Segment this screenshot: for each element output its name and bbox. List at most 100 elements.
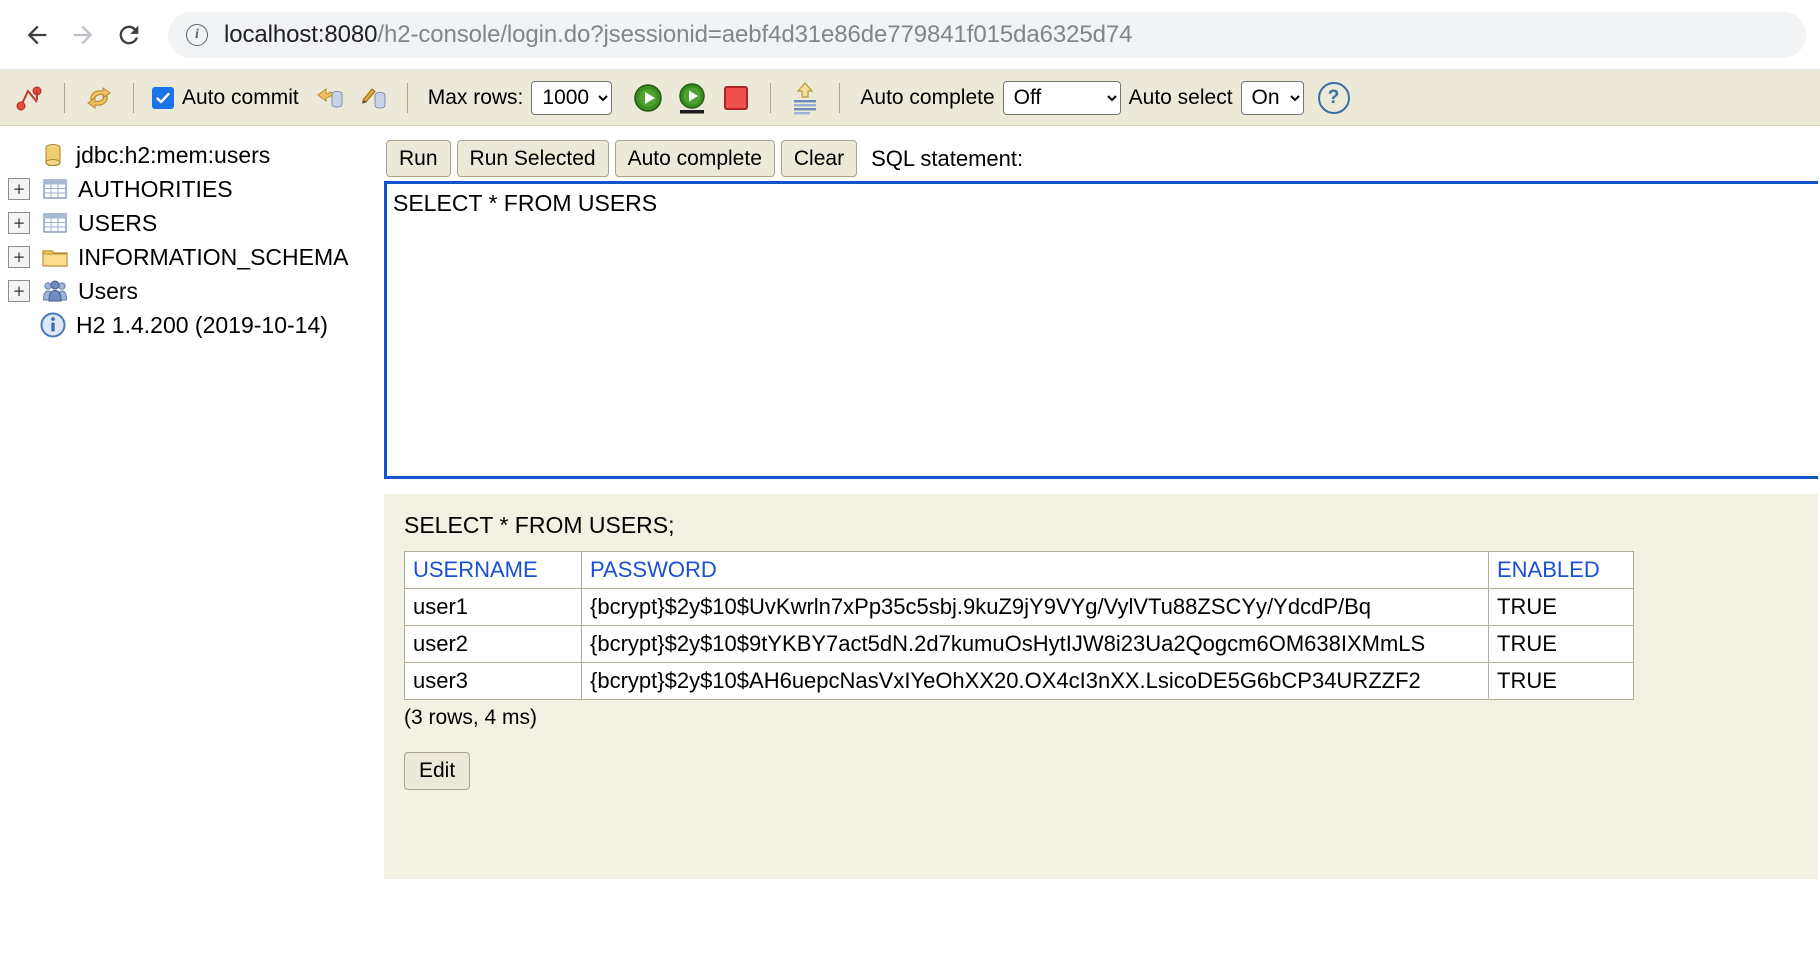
table-row[interactable]: user1 {bcrypt}$2y$10$UvKwrln7xPp35c5sbj.…	[404, 588, 1634, 627]
show-history-icon	[794, 81, 817, 114]
stop-icon	[724, 85, 749, 110]
run-selected-icon	[679, 82, 706, 113]
reload-icon	[119, 25, 139, 44]
toolbar-separator	[64, 82, 65, 113]
h2-console-page: i localhost:8080/h2-console/login.do?jse…	[0, 0, 1820, 960]
tree-item-information-schema[interactable]: + INFORMATION_SCHEMA	[0, 240, 380, 274]
console-body: jdbc:h2:mem:users + AUTHORITIES + USERS …	[0, 126, 1820, 960]
max-rows-select[interactable]: 1000	[531, 80, 613, 115]
forward-arrow-icon	[73, 25, 93, 44]
max-rows-label: Max rows:	[427, 85, 524, 109]
clear-button[interactable]: Clear	[780, 140, 858, 178]
auto-complete-select[interactable]: Off	[1002, 80, 1121, 115]
run-selected-button[interactable]: Run Selected	[456, 140, 609, 178]
disconnect-icon	[16, 86, 42, 110]
tree-item-users-group[interactable]: + Users	[0, 274, 380, 308]
folder-icon	[42, 244, 68, 270]
tree-item-label: USERS	[78, 209, 158, 236]
cell-password: {bcrypt}$2y$10$UvKwrln7xPp35c5sbj.9kuZ9j…	[581, 588, 1489, 627]
result-table-head: USERNAME PASSWORD ENABLED	[404, 551, 1634, 590]
url-host: localhost:8080	[224, 20, 378, 48]
cell-password: {bcrypt}$2y$10$AH6uepcNasVxIYeOhXX20.OX4…	[581, 662, 1489, 701]
help-icon[interactable]: ?	[1317, 81, 1350, 114]
cell-password: {bcrypt}$2y$10$9tYKBY7act5dN.2d7kumuOsHy…	[581, 625, 1489, 664]
auto-commit-label: Auto commit	[182, 85, 299, 109]
toolbar-separator	[406, 82, 408, 113]
column-header-enabled[interactable]: ENABLED	[1488, 551, 1634, 590]
reload-button[interactable]	[106, 12, 152, 58]
info-icon	[40, 312, 66, 338]
expand-toggle[interactable]: +	[8, 280, 30, 302]
run-icon	[634, 83, 663, 112]
show-history-button[interactable]	[783, 76, 827, 120]
cell-username: user1	[404, 588, 582, 627]
edit-button[interactable]: Edit	[404, 752, 471, 791]
refresh-icon	[87, 86, 111, 109]
executed-sql-text: SELECT * FROM USERS;	[404, 512, 675, 539]
info-icon[interactable]: i	[186, 23, 208, 46]
tree-item-label: AUTHORITIES	[78, 175, 233, 202]
table-icon	[42, 176, 68, 202]
column-header-password[interactable]: PASSWORD	[581, 551, 1489, 590]
table-row[interactable]: user3 {bcrypt}$2y$10$AH6uepcNasVxIYeOhXX…	[404, 662, 1634, 701]
sql-pane: Run Run Selected Auto complete Clear SQL…	[380, 126, 1820, 960]
toolbar-separator	[770, 82, 772, 113]
sql-statement-caption: SQL statement:	[871, 145, 1024, 171]
cell-username: user3	[404, 662, 582, 701]
sql-input[interactable]: SELECT * FROM USERS	[384, 181, 1818, 480]
auto-commit-checkbox[interactable]	[152, 86, 174, 109]
rollback-icon	[316, 87, 343, 108]
disconnect-button[interactable]	[8, 76, 52, 120]
table-row[interactable]: user2 {bcrypt}$2y$10$9tYKBY7act5dN.2d7ku…	[404, 625, 1634, 664]
cell-enabled: TRUE	[1488, 625, 1634, 664]
forward-button[interactable]	[60, 12, 106, 58]
cell-enabled: TRUE	[1488, 588, 1634, 627]
toolbar-separator	[133, 82, 134, 113]
rows-summary: (3 rows, 4 ms)	[404, 706, 538, 730]
tree-item-database[interactable]: jdbc:h2:mem:users	[0, 138, 380, 172]
browser-toolbar: i localhost:8080/h2-console/login.do?jse…	[0, 0, 1820, 70]
stop-button[interactable]	[714, 76, 758, 120]
run-button[interactable]	[626, 76, 670, 120]
auto-complete-label: Auto complete	[860, 85, 995, 109]
url-text: localhost:8080/h2-console/login.do?jsess…	[224, 21, 1132, 49]
cell-enabled: TRUE	[1488, 662, 1634, 701]
edit-commit-icon	[361, 87, 386, 109]
run-selected-button[interactable]	[670, 76, 714, 120]
toolbar-separator	[839, 82, 841, 113]
table-icon	[42, 210, 68, 236]
expand-toggle[interactable]: +	[8, 212, 30, 234]
expand-toggle[interactable]: +	[8, 178, 30, 200]
expand-toggle[interactable]: +	[8, 246, 30, 268]
database-icon	[40, 142, 66, 168]
h2-toolbar: Auto commit Max rows: 1000 Auto complete…	[0, 70, 1820, 126]
result-table: USERNAME PASSWORD ENABLED user1 {bcrypt}…	[404, 551, 1634, 701]
tree-item-authorities[interactable]: + AUTHORITIES	[0, 172, 380, 206]
tree-item-label: Users	[78, 277, 139, 304]
sql-button-bar: Run Run Selected Auto complete Clear SQL…	[384, 140, 1820, 178]
column-header-username[interactable]: USERNAME	[404, 551, 582, 590]
result-panel: SELECT * FROM USERS; USERNAME PASSWORD E…	[384, 494, 1818, 880]
tree-item-label: INFORMATION_SCHEMA	[78, 243, 349, 270]
table-header-row: USERNAME PASSWORD ENABLED	[404, 551, 1634, 590]
back-button[interactable]	[14, 12, 60, 58]
tree-item-label: jdbc:h2:mem:users	[76, 141, 271, 168]
checkmark-icon	[156, 92, 170, 103]
object-tree: jdbc:h2:mem:users + AUTHORITIES + USERS …	[0, 126, 380, 960]
refresh-button[interactable]	[77, 76, 121, 120]
rollback-button[interactable]	[307, 76, 351, 120]
tree-item-version[interactable]: H2 1.4.200 (2019-10-14)	[0, 308, 380, 342]
users-icon	[42, 278, 68, 304]
tree-item-label: H2 1.4.200 (2019-10-14)	[76, 311, 328, 338]
back-arrow-icon	[27, 25, 47, 44]
commit-edit-button[interactable]	[351, 76, 395, 120]
address-bar[interactable]: i localhost:8080/h2-console/login.do?jse…	[168, 11, 1806, 58]
auto-select-label: Auto select	[1128, 85, 1233, 109]
auto-select-select[interactable]: On	[1240, 80, 1304, 115]
run-button[interactable]: Run	[386, 140, 451, 178]
result-table-body: user1 {bcrypt}$2y$10$UvKwrln7xPp35c5sbj.…	[404, 588, 1634, 701]
tree-item-users-table[interactable]: + USERS	[0, 206, 380, 240]
cell-username: user2	[404, 625, 582, 664]
auto-complete-button[interactable]: Auto complete	[614, 140, 775, 178]
url-path: /h2-console/login.do?jsessionid=aebf4d31…	[377, 20, 1133, 48]
